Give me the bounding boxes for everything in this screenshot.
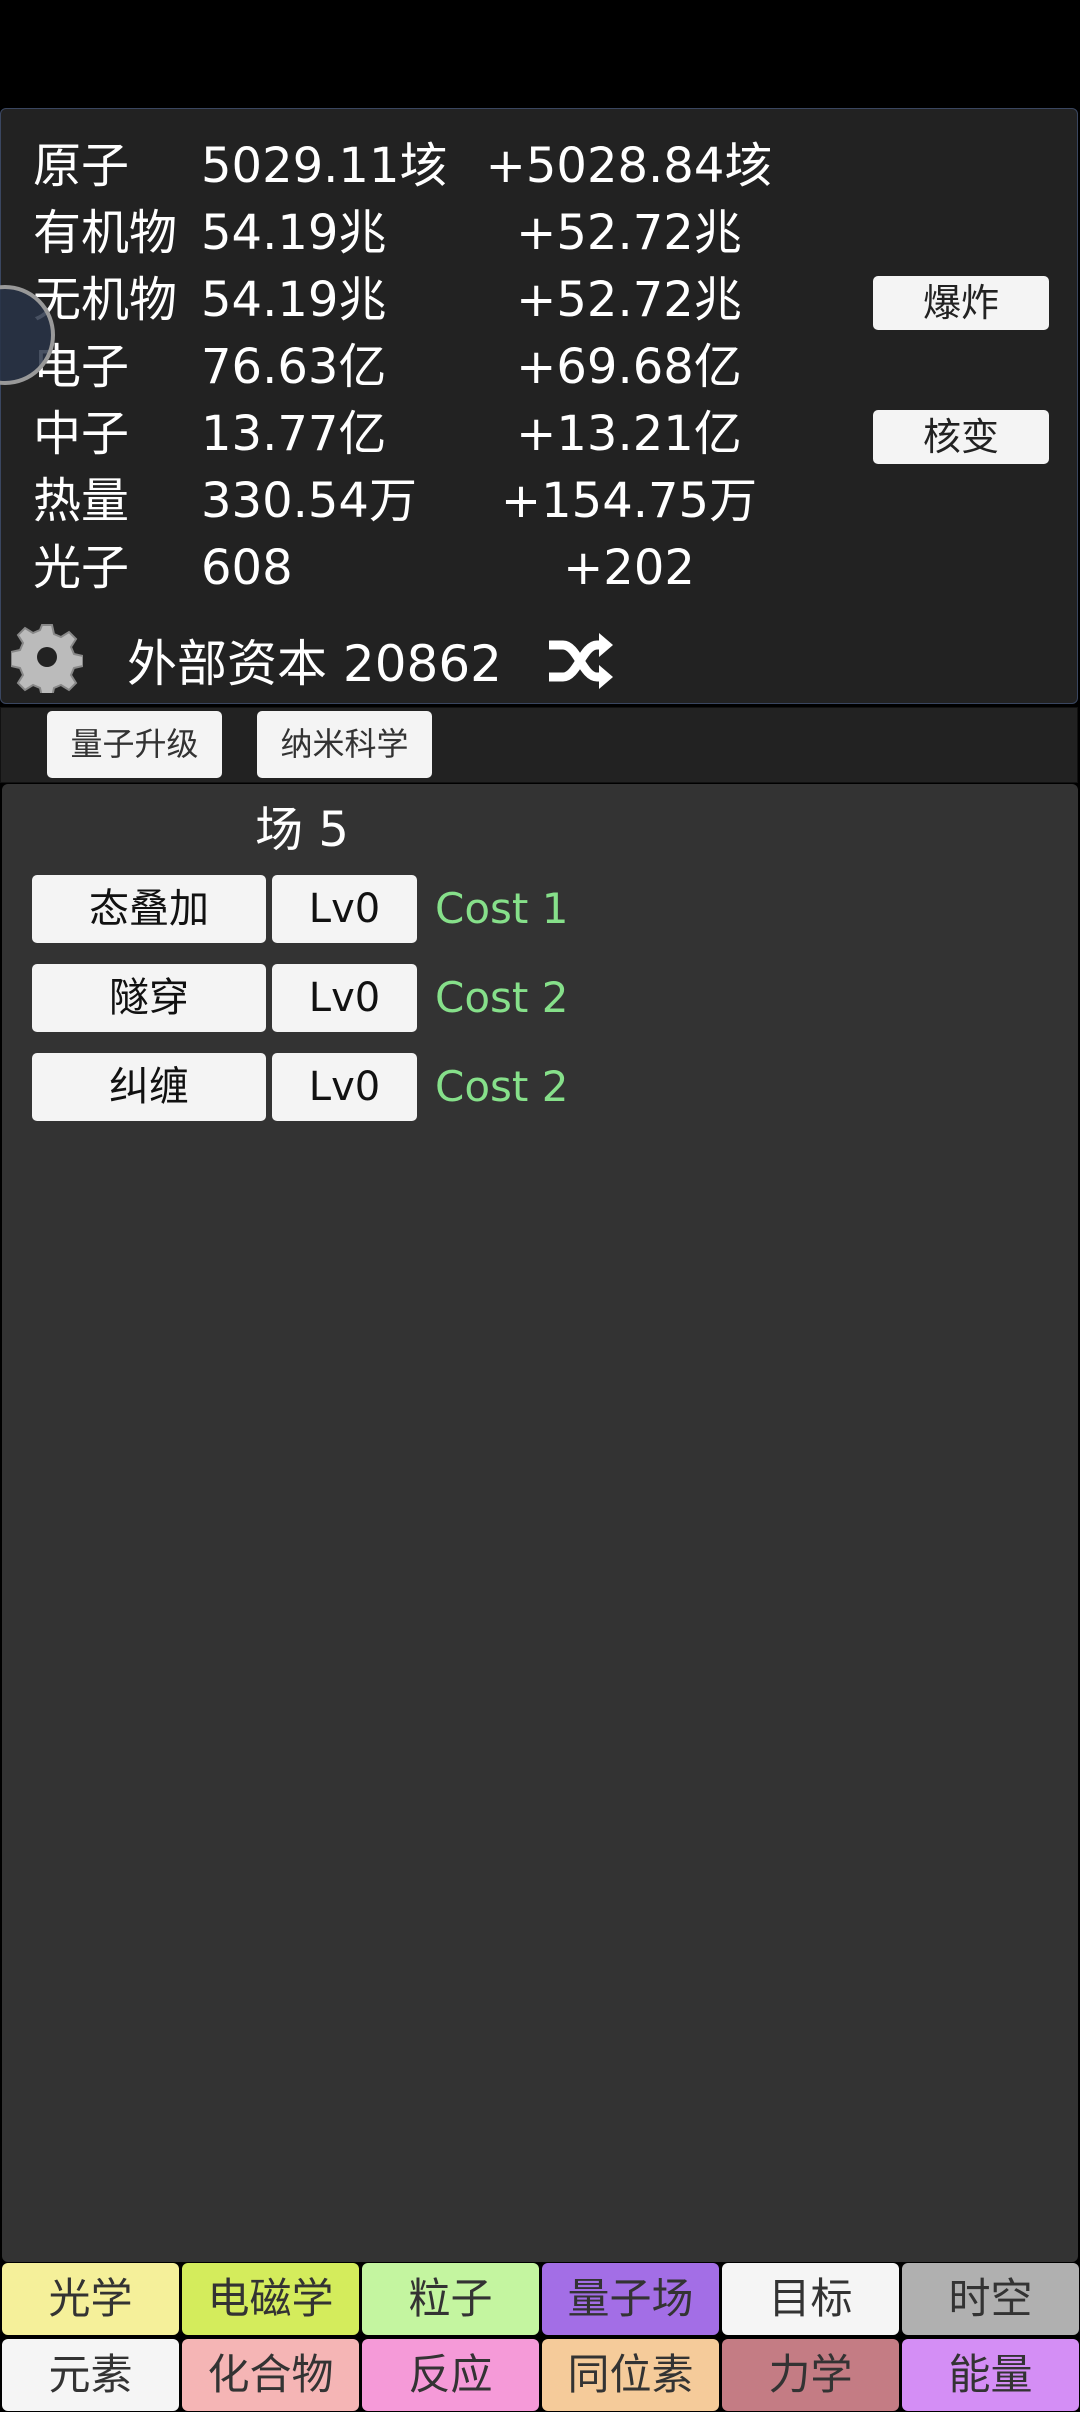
- upgrade-button[interactable]: 纠缠: [32, 1053, 266, 1121]
- resource-value: 608: [201, 540, 293, 596]
- nav-button[interactable]: 光学: [2, 2263, 179, 2335]
- nav-button[interactable]: 量子场: [542, 2263, 719, 2335]
- resource-label: 原子: [33, 138, 130, 194]
- nav-button[interactable]: 时空: [902, 2263, 1079, 2335]
- resource-delta: +202: [563, 540, 695, 596]
- resource-value: 54.19兆: [201, 205, 387, 261]
- resource-label: 中子: [33, 406, 130, 462]
- level-button[interactable]: Lv0: [272, 1053, 417, 1121]
- external-capital: 外部资本 20862: [127, 635, 502, 693]
- explode-button[interactable]: 爆炸: [873, 276, 1049, 330]
- resource-label: 光子: [33, 540, 130, 596]
- tab-nanoscience[interactable]: 纳米科学: [257, 711, 432, 778]
- resource-value: 13.77亿: [201, 406, 387, 462]
- resource-value: 76.63亿: [201, 339, 387, 395]
- field-title: 场 5: [255, 802, 349, 858]
- field-panel: 场 5 态叠加 Lv0 Cost 1 隧穿 Lv0 Cost 2 纠缠 Lv0 Cost 2: [2, 784, 1078, 2262]
- nav-button[interactable]: 目标: [722, 2263, 899, 2335]
- gear-icon[interactable]: [11, 621, 83, 693]
- nav-button[interactable]: 同位素: [542, 2339, 719, 2411]
- upgrade-cost: Cost 2: [435, 973, 569, 1022]
- nav-button[interactable]: 能量: [902, 2339, 1079, 2411]
- upgrade-button[interactable]: 隧穿: [32, 964, 266, 1032]
- resource-delta: +52.72兆: [516, 272, 742, 328]
- resource-value: 54.19兆: [201, 272, 387, 328]
- nav-button[interactable]: 电磁学: [182, 2263, 359, 2335]
- shuffle-icon[interactable]: [547, 631, 613, 691]
- resource-label: 有机物: [33, 205, 178, 261]
- nav-button[interactable]: 粒子: [362, 2263, 539, 2335]
- resource-value: 5029.11垓: [201, 138, 448, 194]
- nav-button[interactable]: 元素: [2, 2339, 179, 2411]
- nav-button[interactable]: 化合物: [182, 2339, 359, 2411]
- resource-label: 无机物: [33, 272, 178, 328]
- resource-panel: 原子 5029.11垓 +5028.84垓 有机物 54.19兆 +52.72兆 无机物 54…: [0, 108, 1078, 704]
- nav-button[interactable]: 反应: [362, 2339, 539, 2411]
- resource-value: 330.54万: [201, 473, 417, 529]
- resource-delta: +52.72兆: [516, 205, 742, 261]
- subtab-bar: 量子升级 纳米科学: [0, 707, 1078, 783]
- fission-button[interactable]: 核变: [873, 410, 1049, 464]
- resource-delta: +69.68亿: [516, 339, 742, 395]
- upgrade-button[interactable]: 态叠加: [32, 875, 266, 943]
- tab-quantum-upgrade[interactable]: 量子升级: [47, 711, 222, 778]
- nav-button[interactable]: 力学: [722, 2339, 899, 2411]
- resource-delta: +154.75万: [500, 473, 758, 529]
- resource-delta: +13.21亿: [516, 406, 742, 462]
- upgrade-cost: Cost 2: [435, 1062, 569, 1111]
- resource-delta: +5028.84垓: [485, 138, 773, 194]
- upgrade-cost: Cost 1: [435, 884, 569, 933]
- level-button[interactable]: Lv0: [272, 964, 417, 1032]
- resource-label: 热量: [33, 473, 130, 529]
- level-button[interactable]: Lv0: [272, 875, 417, 943]
